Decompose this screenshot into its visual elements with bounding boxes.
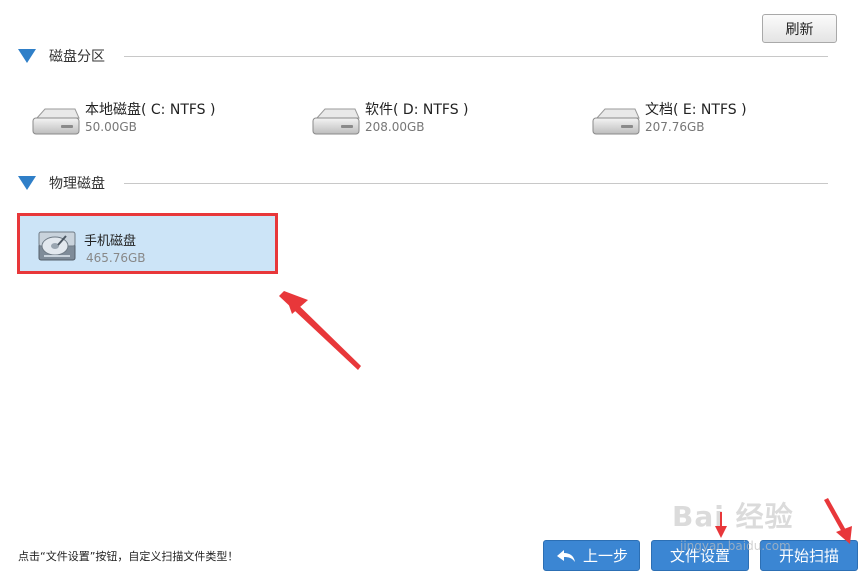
section-title: 磁盘分区: [49, 49, 105, 65]
collapse-triangle-icon[interactable]: [18, 49, 36, 63]
hard-drive-icon: [32, 108, 80, 135]
drive-item-c[interactable]: 本地磁盘( C: NTFS ) 50.00GB: [31, 101, 215, 145]
section-title: 物理磁盘: [49, 176, 105, 192]
drive-size: 208.00GB: [365, 120, 425, 134]
annotation-arrow-large: [279, 291, 361, 370]
back-button[interactable]: 上一步: [543, 540, 640, 571]
hard-drive-icon: [592, 108, 640, 135]
back-arrow-icon: [556, 549, 575, 562]
hint-text: 点击“文件设置”按钮，自定义扫描文件类型！: [18, 550, 239, 563]
section-header-partitions[interactable]: 磁盘分区: [18, 46, 105, 66]
divider: [124, 183, 828, 184]
physical-disk-size: 465.76GB: [86, 251, 146, 265]
annotation-overlay: [279, 291, 852, 544]
refresh-button[interactable]: 刷新: [762, 14, 837, 43]
drive-name: 本地磁盘( C: NTFS ): [85, 102, 216, 118]
hdd-platter-icon: [38, 231, 76, 261]
section-header-physical[interactable]: 物理磁盘: [18, 173, 105, 193]
physical-disk-item[interactable]: 手机磁盘 465.76GB: [17, 213, 278, 274]
drive-item-d[interactable]: 软件( D: NTFS ) 208.00GB: [311, 101, 469, 145]
drive-name: 软件( D: NTFS ): [365, 102, 469, 118]
drive-size: 207.76GB: [645, 120, 705, 134]
annotation-arrow-start: [824, 498, 852, 544]
physical-disk-name: 手机磁盘: [84, 234, 137, 249]
collapse-triangle-icon[interactable]: [18, 176, 36, 190]
drive-name: 文档( E: NTFS ): [645, 102, 747, 118]
divider: [124, 56, 828, 57]
hard-drive-icon: [312, 108, 360, 135]
back-button-label: 上一步: [582, 547, 628, 565]
drive-size: 50.00GB: [85, 120, 137, 134]
watermark-logo: Bai 经验: [672, 500, 794, 533]
drive-item-e[interactable]: 文档( E: NTFS ) 207.76GB: [591, 101, 747, 145]
watermark-url: jingyan.baidu.com: [680, 539, 791, 553]
